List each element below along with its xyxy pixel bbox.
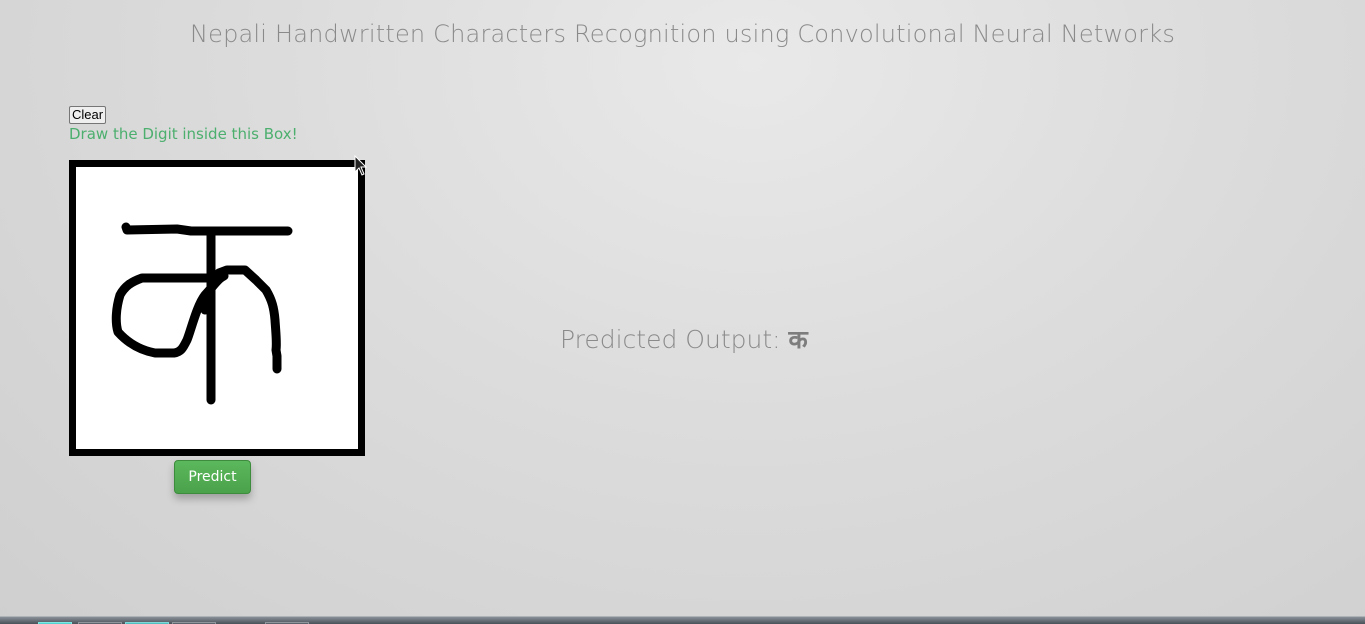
mouse-pointer-icon: [354, 155, 368, 176]
drawing-canvas[interactable]: [69, 160, 365, 456]
predicted-output-label: Predicted Output:: [560, 325, 789, 354]
predict-button[interactable]: Predict: [174, 460, 251, 494]
handwritten-character-stroke: [111, 222, 293, 405]
predicted-output-value: क: [788, 325, 808, 354]
clear-button[interactable]: Clear: [69, 106, 107, 124]
page-title: Nepali Handwritten Characters Recognitio…: [189, 20, 1176, 48]
taskbar: [0, 616, 1365, 624]
predicted-output: Predicted Output: क: [560, 322, 808, 356]
draw-instruction: Draw the Digit inside this Box!: [69, 125, 298, 143]
